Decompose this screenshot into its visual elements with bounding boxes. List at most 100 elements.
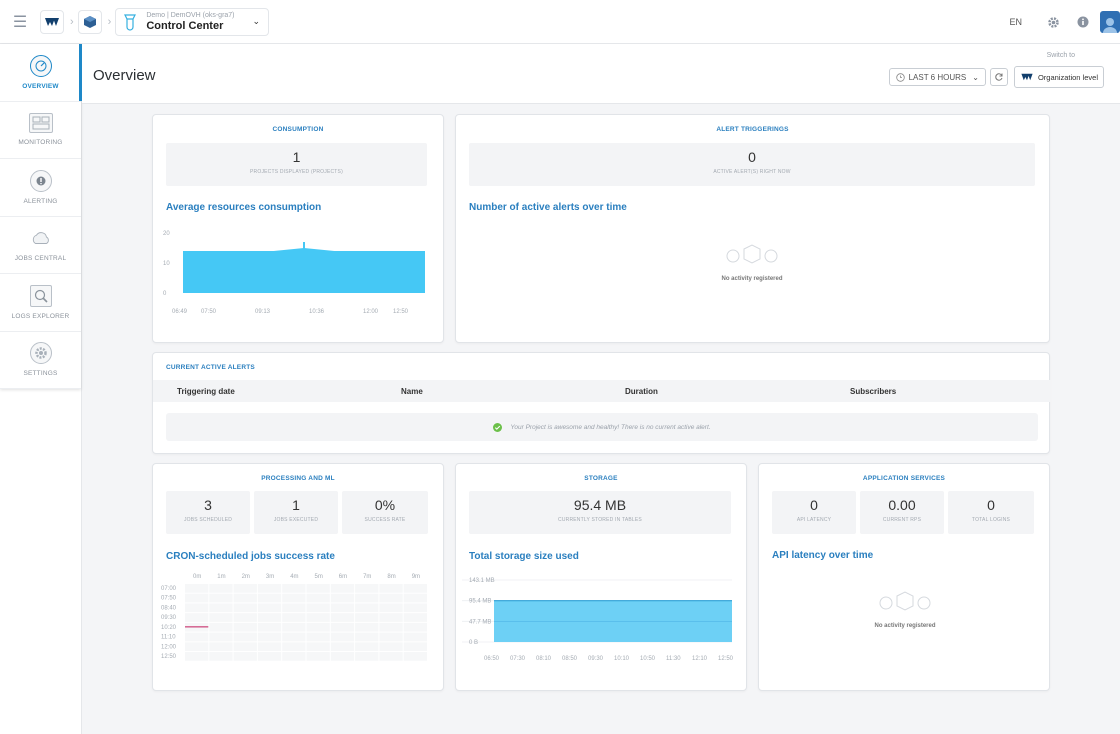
column-label: 0m bbox=[193, 574, 201, 580]
heatmap-cell bbox=[233, 652, 257, 661]
heatmap-cell bbox=[185, 603, 209, 613]
sidebar: OVERVIEW MONITORING ALERTING JOBS CENTRA… bbox=[0, 44, 82, 734]
heatmap-cell bbox=[233, 632, 257, 642]
project-org-label: Demo | DemOVH (oks-gra7) bbox=[146, 12, 235, 19]
heatmap-cell bbox=[282, 613, 306, 622]
sidebar-item-settings[interactable]: SETTINGS bbox=[0, 332, 81, 389]
total-logins-value: 0 bbox=[987, 497, 995, 513]
sidebar-item-monitoring[interactable]: MONITORING bbox=[0, 102, 81, 159]
alerts-empty-text: No activity registered bbox=[721, 276, 783, 282]
heatmap-cell bbox=[379, 584, 403, 593]
storage-value: 95.4 MB bbox=[573, 497, 627, 513]
sidebar-item-jobs-central[interactable]: JOBS CENTRAL bbox=[0, 217, 81, 274]
heatmap-cell bbox=[209, 652, 233, 661]
heatmap-cell bbox=[209, 642, 233, 652]
heatmap-cell bbox=[257, 632, 282, 642]
api-latency-label: API LATENCY bbox=[796, 517, 832, 523]
column-label: 2m bbox=[242, 574, 250, 580]
x-tick-label: 08:10 bbox=[536, 656, 552, 662]
column-triggering-date[interactable]: Triggering date bbox=[177, 387, 235, 396]
heatmap-cell bbox=[185, 584, 209, 593]
info-icon[interactable] bbox=[1070, 16, 1096, 28]
heatmap-cell bbox=[233, 593, 257, 603]
column-label: 3m bbox=[266, 574, 274, 580]
heatmap-cell bbox=[185, 632, 209, 642]
organization-icon[interactable] bbox=[77, 9, 102, 34]
user-avatar[interactable] bbox=[1100, 11, 1120, 33]
column-subscribers[interactable]: Subscribers bbox=[850, 387, 896, 396]
storage-card: STORAGE 95.4 MB CURRENTLY STORED IN TABL… bbox=[455, 463, 747, 691]
dashboard-icon bbox=[28, 113, 53, 134]
heatmap-cell bbox=[209, 584, 233, 593]
current-active-alerts-card: CURRENT ACTIVE ALERTS Triggering date Na… bbox=[152, 352, 1051, 454]
api-latency-stat: 0 API LATENCY bbox=[772, 491, 856, 534]
projects-value: 1 bbox=[292, 149, 301, 165]
x-tick-label: 12:00 bbox=[363, 309, 379, 315]
sidebar-item-overview[interactable]: OVERVIEW bbox=[0, 44, 82, 102]
heatmap-cell bbox=[403, 642, 427, 652]
gear-icon bbox=[29, 342, 52, 365]
project-icon bbox=[124, 13, 137, 31]
y-tick-label: 143.1 MB bbox=[469, 578, 495, 584]
healthy-message: Your Project is awesome and healthy! The… bbox=[510, 423, 711, 431]
y-tick-label: 20 bbox=[163, 231, 170, 237]
x-tick-label: 07:50 bbox=[201, 309, 217, 315]
settings-gear-icon[interactable] bbox=[1040, 16, 1066, 29]
column-name[interactable]: Name bbox=[401, 387, 423, 396]
x-tick-label: 09:30 bbox=[588, 656, 604, 662]
heatmap-cell bbox=[355, 613, 379, 622]
heatmap-cell bbox=[403, 593, 427, 603]
x-tick-label: 06:49 bbox=[172, 309, 188, 315]
alerts-chart-title: Number of active alerts over time bbox=[469, 202, 627, 213]
y-tick-label: 10 bbox=[163, 261, 170, 267]
sidebar-item-logs-explorer[interactable]: LOGS EXPLORER bbox=[0, 274, 81, 332]
healthy-message-row: Your Project is awesome and healthy! The… bbox=[166, 413, 1038, 441]
consumption-chart: 0 10 20 06:49 07:50 09:13 10:36 12:00 12:50 bbox=[163, 231, 425, 315]
spike-mark bbox=[303, 242, 305, 251]
heatmap-cell bbox=[209, 622, 233, 632]
clock-icon bbox=[895, 72, 905, 82]
row-label: 11:10 bbox=[161, 635, 176, 641]
project-selector[interactable]: Demo | DemOVH (oks-gra7) Control Center … bbox=[115, 7, 270, 36]
ovh-logo-icon[interactable] bbox=[40, 9, 64, 34]
sidebar-item-alerting[interactable]: ALERTING bbox=[0, 159, 81, 217]
x-tick-label: 08:50 bbox=[562, 656, 578, 662]
alerts-empty-state: No activity registered bbox=[692, 243, 812, 282]
cloud-icon bbox=[30, 227, 52, 249]
project-name: Control Center bbox=[146, 20, 224, 32]
column-duration[interactable]: Duration bbox=[625, 387, 658, 396]
organization-level-button[interactable]: Organization level bbox=[1013, 66, 1104, 88]
processing-ml-card: PROCESSING AND ML 3 JOBS SCHEDULED 1 JOB… bbox=[152, 463, 444, 691]
page-title: Overview bbox=[93, 67, 156, 84]
heatmap-cell bbox=[379, 613, 403, 622]
x-tick-label: 10:50 bbox=[640, 656, 656, 662]
heatmap-cell bbox=[403, 603, 427, 613]
cron-chart-title: CRON-scheduled jobs success rate bbox=[166, 551, 335, 562]
heatmap-cell bbox=[209, 603, 233, 613]
consumption-title: CONSUMPTION bbox=[272, 126, 324, 133]
heatmap-cell bbox=[306, 613, 330, 622]
y-tick-label: 0 bbox=[163, 291, 167, 297]
api-latency-empty-text: No activity registered bbox=[874, 623, 936, 629]
heatmap-cell bbox=[257, 603, 282, 613]
language-selector[interactable]: EN bbox=[1009, 17, 1022, 27]
time-range-select[interactable]: LAST 6 HOURS ⌄ bbox=[888, 68, 986, 86]
heatmap-cell bbox=[379, 603, 403, 613]
heatmap-cell bbox=[185, 593, 209, 603]
hamburger-menu-icon[interactable]: ☰ bbox=[0, 0, 40, 44]
row-label: 08:40 bbox=[161, 605, 177, 611]
row-label: 07:50 bbox=[161, 596, 177, 602]
heatmap-cell bbox=[355, 652, 379, 661]
total-logins-label: TOTAL LOGINS bbox=[971, 517, 1011, 523]
heatmap-cell bbox=[306, 632, 330, 642]
app-services-title: APPLICATION SERVICES bbox=[862, 475, 946, 482]
app: ☰ › › Demo | DemOVH (oks-gra7) Control C… bbox=[0, 0, 1120, 734]
jobs-executed-stat: 1 JOBS EXECUTED bbox=[254, 491, 338, 534]
processing-title: PROCESSING AND ML bbox=[261, 475, 335, 482]
heatmap-cell bbox=[403, 622, 427, 632]
heatmap-cell bbox=[209, 593, 233, 603]
refresh-button[interactable] bbox=[989, 68, 1008, 86]
alert-triggerings-card: ALERT TRIGGERINGS 0 ACTIVE ALERT(S) RIGH… bbox=[455, 114, 1050, 343]
heatmap-cell bbox=[306, 652, 330, 661]
heatmap-cell bbox=[330, 593, 355, 603]
